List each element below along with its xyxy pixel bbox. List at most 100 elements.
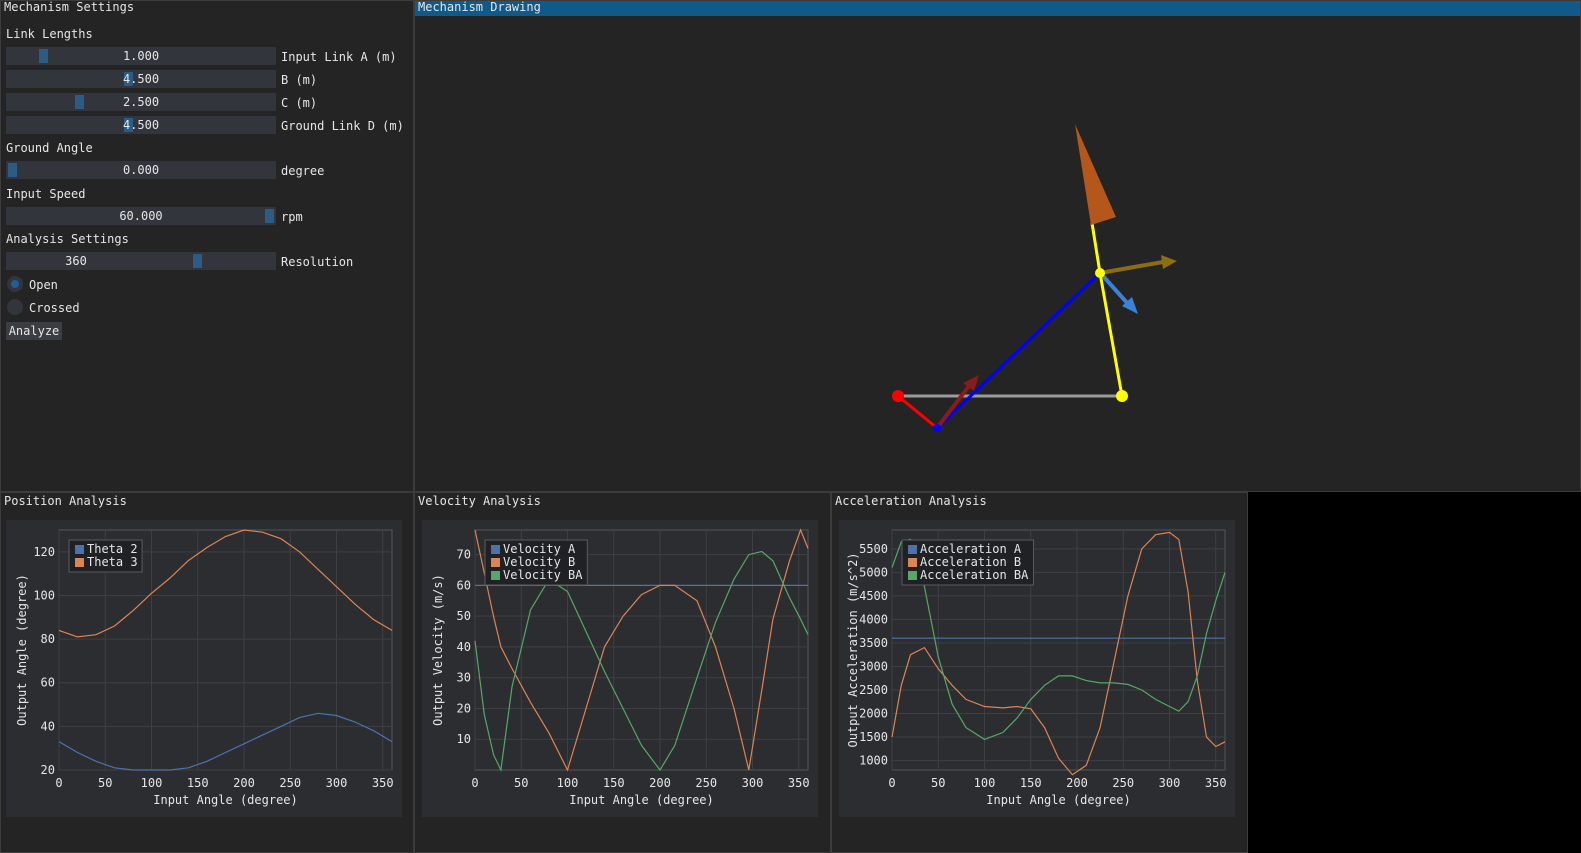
legend-swatch	[908, 545, 917, 554]
legend-swatch	[908, 558, 917, 567]
label-input-speed-unit: rpm	[281, 210, 303, 224]
y-tick-label: 20	[41, 763, 55, 777]
x-tick-label: 0	[888, 776, 895, 790]
y-tick-label: 20	[457, 701, 471, 715]
x-tick-label: 100	[557, 776, 579, 790]
y-tick-label: 40	[457, 640, 471, 654]
joint-a	[933, 424, 941, 432]
legend-label: Velocity BA	[503, 568, 583, 582]
y-axis-label: Output Angle (degree)	[15, 574, 29, 726]
slider-link-c[interactable]: 2.500	[6, 93, 276, 111]
mechanism-settings-window: Mechanism Settings Link Lengths 1.000 In…	[0, 0, 414, 492]
acceleration-plot-frame[interactable]: 0 50 100 150 200 250 300 350 1000 1500 2000 2500 300…	[839, 520, 1235, 817]
x-tick-label: 300	[1159, 776, 1181, 790]
x-tick-label: 200	[649, 776, 671, 790]
legend: Velocity AVelocity BVelocity BA	[484, 539, 588, 586]
slider-resolution[interactable]: 360	[6, 252, 276, 270]
position-analysis-window: Position Analysis 0 50 100 150 200 250 300 350 2…	[0, 492, 414, 853]
slider-ground-angle[interactable]: 0.000	[6, 161, 276, 179]
slider-link-a[interactable]: 1.000	[6, 47, 276, 65]
acceleration-analysis-window: Acceleration Analysis 0 50 100 150 200 250 300…	[831, 492, 1248, 853]
analyze-button[interactable]: Analyze	[6, 322, 62, 340]
x-tick-label: 150	[187, 776, 209, 790]
x-axis-label: Input Angle (degree)	[569, 793, 714, 807]
x-tick-label: 150	[603, 776, 625, 790]
legend-label: Theta 3	[87, 555, 138, 569]
section-analysis-settings: Analysis Settings	[6, 232, 129, 246]
y-tick-label: 120	[33, 545, 55, 559]
legend-swatch	[908, 571, 917, 580]
radio-crossed[interactable]	[7, 299, 23, 315]
slider-value: 60.000	[119, 209, 163, 223]
joint-o4	[1116, 390, 1128, 402]
x-tick-label: 150	[1020, 776, 1042, 790]
y-tick-label: 5500	[859, 542, 888, 556]
legend-label: Velocity A	[503, 542, 576, 556]
label-resolution: Resolution	[281, 255, 354, 269]
output-link-extension	[1090, 222, 1102, 274]
acceleration-chart: 0 50 100 150 200 250 300 350 1000 1500 2000 2500 300…	[846, 529, 1227, 807]
x-tick-label: 200	[233, 776, 255, 790]
x-tick-label: 50	[931, 776, 945, 790]
window-title: Velocity Analysis	[415, 495, 830, 510]
x-tick-label: 50	[514, 776, 528, 790]
x-tick-label: 100	[974, 776, 996, 790]
slider-link-b[interactable]: 4.500	[6, 70, 276, 88]
slider-grab[interactable]	[193, 254, 203, 268]
legend-label: Acceleration BA	[920, 568, 1029, 582]
x-axis-label: Input Angle (degree)	[986, 793, 1131, 807]
legend-label: Acceleration A	[920, 542, 1022, 556]
x-tick-label: 350	[372, 776, 394, 790]
series-line-1	[58, 712, 393, 771]
y-tick-label: 60	[41, 676, 55, 690]
x-tick-label: 300	[742, 776, 764, 790]
position-chart: 0 50 100 150 200 250 300 350 20 40 60 80 100 120 Thet…	[15, 529, 394, 807]
x-tick-label: 0	[55, 776, 62, 790]
x-tick-label: 250	[695, 776, 717, 790]
label-ground-angle-unit: degree	[281, 164, 325, 178]
x-tick-label: 200	[1066, 776, 1088, 790]
window-title: Acceleration Analysis	[832, 495, 1247, 510]
legend-swatch	[491, 545, 500, 554]
window-title: Position Analysis	[1, 495, 413, 510]
y-axis-label: Output Acceleration (m/s^2)	[846, 552, 860, 747]
y-tick-label: 70	[457, 548, 471, 562]
section-ground-angle: Ground Angle	[6, 141, 93, 155]
position-plot-frame[interactable]: 0 50 100 150 200 250 300 350 20 40 60 80 100 120 Thet…	[6, 520, 402, 817]
radio-dot	[11, 280, 19, 288]
section-input-speed: Input Speed	[6, 187, 86, 201]
x-tick-label: 350	[788, 776, 810, 790]
joint-o2	[892, 390, 904, 402]
y-tick-label: 2500	[859, 683, 888, 697]
legend-swatch	[491, 571, 500, 580]
velocity-plot-frame[interactable]: 0 50 100 150 200 250 300 350 10 20 30 40 50 60 70 Velo…	[422, 520, 818, 817]
slider-value: 1.000	[122, 49, 160, 63]
y-tick-label: 50	[457, 609, 471, 623]
radio-crossed-label[interactable]: Crossed	[29, 301, 80, 315]
radio-open-label[interactable]: Open	[29, 278, 58, 292]
y-tick-label: 100	[33, 588, 55, 602]
coupler-link-b	[935, 271, 1102, 430]
radio-open[interactable]	[7, 276, 23, 292]
y-tick-label: 4500	[859, 589, 888, 603]
legend-swatch	[491, 558, 500, 567]
y-tick-label: 3000	[859, 659, 888, 673]
slider-input-speed[interactable]: 60.000	[6, 207, 276, 225]
legend-label: Acceleration B	[920, 555, 1021, 569]
section-link-lengths: Link Lengths	[6, 27, 93, 41]
acceleration-vector-arrowhead	[1075, 124, 1116, 225]
x-tick-label: 250	[279, 776, 301, 790]
input-link-a	[897, 394, 938, 430]
slider-value: 0.000	[122, 163, 160, 177]
slider-value: 360	[65, 254, 87, 268]
label-link-a: Input Link A (m)	[281, 50, 397, 64]
velocity-chart: 0 50 100 150 200 250 300 350 10 20 30 40 50 60 70 Velo…	[431, 528, 810, 807]
legend: Acceleration AAcceleration BAcceleration…	[901, 539, 1034, 586]
slider-value: 4.500	[122, 118, 160, 132]
velocity-analysis-window: Velocity Analysis 0 50 100 150 200 250 300 350 1…	[414, 492, 831, 853]
y-tick-label: 5000	[859, 565, 888, 579]
y-tick-label: 4000	[859, 612, 888, 626]
joint-b	[1095, 268, 1105, 278]
y-tick-label: 60	[457, 578, 471, 592]
slider-ground-link-d[interactable]: 4.500	[6, 116, 276, 134]
